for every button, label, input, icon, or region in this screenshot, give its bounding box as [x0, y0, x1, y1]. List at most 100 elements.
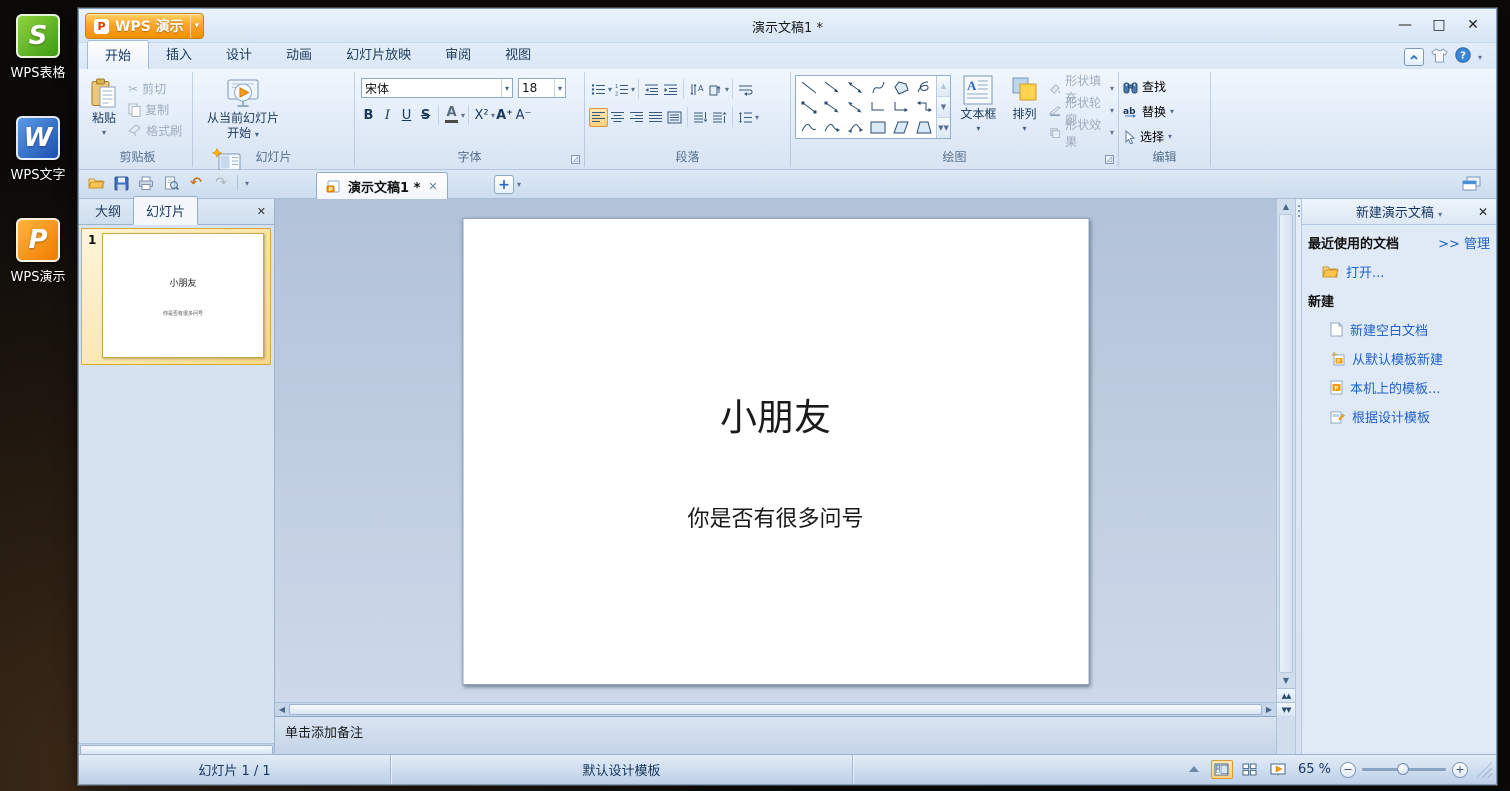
shape-curve[interactable]	[866, 77, 889, 97]
slide-sorter-view-button[interactable]	[1239, 760, 1261, 779]
align-right-button[interactable]	[627, 108, 646, 127]
redo-button[interactable]: ↷	[212, 174, 230, 192]
new-document-tab-button[interactable]: +	[494, 175, 514, 194]
play-from-current-slide-button[interactable]: 从当前幻灯片 开始 ▾	[197, 75, 289, 144]
bullets-button[interactable]	[589, 80, 608, 99]
normal-view-button[interactable]	[1211, 760, 1233, 779]
font-color-dropdown-icon[interactable]: ▾	[461, 111, 465, 120]
slideshow-view-button[interactable]	[1267, 760, 1289, 779]
shape-line-connector[interactable]	[797, 97, 820, 117]
manage-link[interactable]: >> 管理	[1438, 233, 1490, 252]
tab-insert[interactable]: 插入	[149, 40, 209, 69]
open-document-link[interactable]: 打开...	[1322, 262, 1490, 281]
shape-double-arrow[interactable]	[843, 77, 866, 97]
minimize-button[interactable]: —	[1388, 13, 1422, 37]
tab-animation[interactable]: 动画	[269, 40, 329, 69]
align-center-button[interactable]	[608, 108, 627, 127]
slide[interactable]: 小朋友 你是否有很多问号	[462, 218, 1089, 685]
line-spacing-dropdown-icon[interactable]: ▾	[755, 113, 759, 122]
by-design-template-link[interactable]: 根据设计模板	[1330, 407, 1490, 426]
superscript-button[interactable]: X²	[472, 106, 491, 125]
slide-subtitle[interactable]: 你是否有很多问号	[463, 501, 1088, 533]
italic-button[interactable]: I	[378, 106, 397, 125]
print-preview-button[interactable]	[162, 174, 180, 192]
statusbar-expand-icon[interactable]	[1183, 760, 1205, 779]
font-family-select[interactable]: 宋体▾	[361, 78, 513, 98]
paste-button[interactable]: 粘贴 ▾	[87, 75, 121, 141]
zoom-out-button[interactable]: −	[1340, 762, 1356, 778]
decrease-font-size-button[interactable]: A⁻	[514, 106, 533, 125]
local-templates-link[interactable]: P 本机上的模板...	[1330, 378, 1490, 397]
task-pane-dropdown-icon[interactable]: ▾	[1438, 210, 1442, 219]
shape-line[interactable]	[797, 77, 820, 97]
align-left-button[interactable]	[589, 108, 608, 127]
select-dropdown-icon[interactable]: ▾	[1168, 132, 1172, 141]
copy-button[interactable]: 复制	[128, 100, 182, 119]
scroll-left-icon[interactable]: ◀	[275, 703, 289, 716]
shape-gallery-scroll-down[interactable]: ▼	[937, 97, 950, 118]
scroll-down-icon[interactable]: ▼	[1277, 673, 1295, 688]
slide-canvas[interactable]: 小朋友 你是否有很多问号	[275, 199, 1276, 702]
font-dialog-launcher[interactable]: ◿	[571, 155, 580, 164]
close-panel-icon[interactable]: ✕	[257, 205, 266, 218]
slide-thumbnail-1[interactable]: 1 小朋友 你是否有很多问号	[81, 228, 271, 365]
maximize-button[interactable]: □	[1422, 13, 1456, 37]
canvas-vertical-scrollbar[interactable]: ▲ ▼ ▲▲ ▼▼	[1276, 199, 1295, 756]
underline-button[interactable]: U	[397, 106, 416, 125]
new-tab-dropdown-icon[interactable]: ▾	[517, 180, 521, 189]
increase-font-size-button[interactable]: A⁺	[495, 106, 514, 125]
format-painter-button[interactable]: 格式刷	[128, 121, 182, 140]
replace-dropdown-icon[interactable]: ▾	[1170, 107, 1174, 116]
play-from-current-dropdown-icon[interactable]: ▾	[255, 130, 259, 139]
shape-curved-arrow-connector[interactable]	[820, 117, 843, 137]
tab-review[interactable]: 审阅	[428, 40, 488, 69]
desktop-icon-wps-presentation[interactable]: P WPS演示	[6, 218, 70, 285]
zoom-slider[interactable]	[1362, 768, 1446, 771]
design-template-indicator[interactable]: 默认设计模板	[391, 755, 853, 784]
more-options-dropdown-icon[interactable]: ▾	[1478, 53, 1482, 62]
vertical-text-direction-button[interactable]: A	[687, 80, 706, 99]
scroll-right-icon[interactable]: ▶	[1262, 703, 1276, 716]
tab-slideshow[interactable]: 幻灯片放映	[329, 40, 428, 69]
shape-trapezoid[interactable]	[912, 117, 935, 137]
zoom-in-button[interactable]: +	[1452, 762, 1468, 778]
shape-freeform[interactable]	[889, 77, 912, 97]
arrange-dropdown-icon[interactable]: ▾	[1022, 124, 1026, 134]
tab-view[interactable]: 视图	[488, 40, 548, 69]
undo-button[interactable]: ↶	[187, 174, 205, 192]
shape-curved-double-arrow-connector[interactable]	[843, 117, 866, 137]
shape-elbow-arrow-connector[interactable]	[889, 97, 912, 117]
font-family-dropdown-icon[interactable]: ▾	[501, 79, 509, 97]
print-button[interactable]	[137, 174, 155, 192]
desktop-icon-wps-writer[interactable]: W WPS文字	[6, 116, 70, 183]
shape-double-arrow-connector[interactable]	[843, 97, 866, 117]
shape-elbow-double-arrow-connector[interactable]	[912, 97, 935, 117]
select-button[interactable]: 选择▾	[1123, 127, 1206, 146]
new-blank-document-link[interactable]: 新建空白文档	[1330, 320, 1490, 339]
close-button[interactable]: ✕	[1456, 13, 1490, 37]
notes-area[interactable]: 单击添加备注	[275, 716, 1276, 756]
font-size-dropdown-icon[interactable]: ▾	[554, 79, 562, 97]
text-direction-button[interactable]	[706, 80, 725, 99]
drawing-dialog-launcher[interactable]: ◿	[1105, 155, 1114, 164]
text-box-button[interactable]: A 文本框 ▾	[957, 75, 1000, 137]
tab-design[interactable]: 设计	[209, 40, 269, 69]
qat-customize-dropdown-icon[interactable]: ▾	[245, 179, 249, 188]
decrease-paragraph-spacing-button[interactable]	[710, 108, 729, 127]
shape-arrow[interactable]	[820, 77, 843, 97]
skin-theme-icon[interactable]	[1431, 48, 1448, 67]
document-tab[interactable]: P 演示文稿1 * ✕	[316, 172, 448, 199]
cut-button[interactable]: ✂ 剪切	[128, 79, 182, 98]
strikethrough-button[interactable]: S	[416, 106, 435, 125]
numbering-button[interactable]: 12	[612, 80, 631, 99]
vertical-scroll-track[interactable]	[1279, 214, 1293, 673]
increase-indent-button[interactable]	[661, 80, 680, 99]
find-button[interactable]: 查找	[1123, 77, 1206, 96]
shape-arrow-connector[interactable]	[820, 97, 843, 117]
wrap-text-button[interactable]	[736, 80, 755, 99]
close-task-pane-icon[interactable]: ✕	[1478, 205, 1488, 219]
next-slide-button[interactable]: ▼▼	[1277, 702, 1295, 716]
window-resize-grip[interactable]	[1476, 762, 1492, 778]
close-document-tab-icon[interactable]: ✕	[428, 180, 437, 193]
outline-tab[interactable]: 大纲	[83, 197, 133, 224]
